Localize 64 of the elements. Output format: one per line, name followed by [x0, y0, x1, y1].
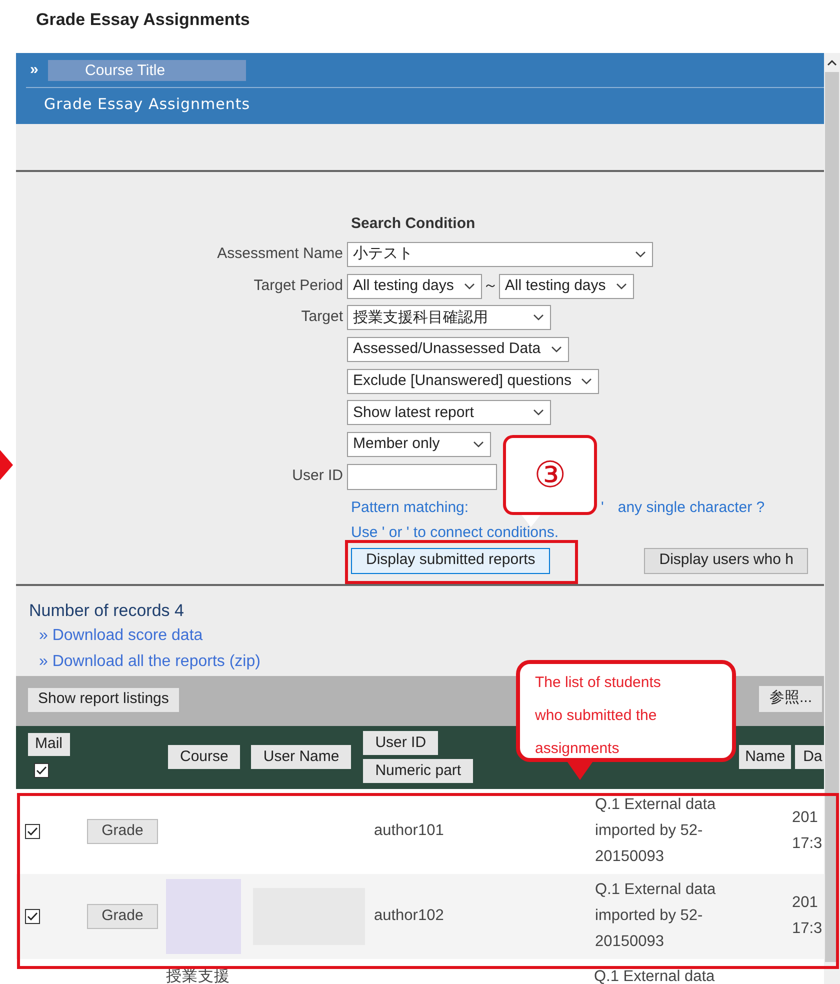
select-field[interactable]: All testing days — [498, 274, 634, 299]
page-title: Grade Essay Assignments — [35, 9, 251, 31]
chevron-down-icon — [635, 251, 646, 258]
record-count: Number of records 4 — [29, 600, 184, 622]
time-cell-text: 17:3 — [792, 919, 822, 939]
download-link[interactable]: » Download all the reports (zip) — [39, 652, 260, 670]
select-field[interactable]: Member only — [347, 432, 491, 458]
checkbox[interactable] — [25, 824, 40, 838]
toolbar-button[interactable]: 参照... — [759, 686, 822, 712]
scroll-up-icon[interactable] — [827, 59, 837, 66]
chevron-down-icon — [533, 409, 544, 416]
user-id-cell: author102 — [374, 907, 444, 924]
title-cell: Q.1 External data — [594, 968, 715, 984]
range-separator: ～ — [482, 276, 499, 296]
select-field[interactable]: 授業支援科目確認用 — [347, 305, 551, 330]
title-cell-text: Q.1 External data imported by 52-20150093 — [595, 795, 717, 867]
column-header-button[interactable]: Course — [168, 745, 240, 769]
checkbox[interactable] — [25, 908, 40, 924]
column-header-button[interactable]: Numeric part — [363, 759, 474, 783]
hint-text: ' — [601, 498, 604, 518]
chevron-down-icon — [473, 441, 484, 448]
table-row[interactable]: Grade author101 Q.1 External data imported by 52-20150093 201 17:3 — [16, 788, 824, 874]
time-cell-text: 17:3 — [792, 834, 822, 854]
column-header-button[interactable]: Mail — [28, 732, 70, 756]
callout: ③ — [503, 435, 597, 515]
chevron-down-icon — [550, 346, 562, 354]
date-cell-text: 201 — [792, 808, 818, 828]
column-header-button[interactable]: User Name — [251, 745, 352, 769]
select-field[interactable]: 小テスト — [347, 242, 653, 267]
table-row[interactable]: Grade author102 Q.1 External data imported by 52-20150093 201 17:3 — [16, 874, 824, 958]
chevron-down-icon — [616, 282, 627, 290]
column-header-button[interactable]: User ID — [363, 731, 438, 755]
section-heading: Search Condition — [351, 215, 476, 232]
page-subtitle: Grade Essay Assignments — [43, 94, 250, 115]
submit-button[interactable]: Display submitted reports — [351, 548, 550, 574]
column-header-button[interactable]: Da — [795, 745, 824, 769]
user-id-cell: author101 — [374, 822, 444, 840]
date-cell-text: 201 — [792, 893, 818, 913]
field-label: Target — [301, 307, 343, 328]
hint-text: Use ' or ' to connect conditions. — [351, 524, 559, 540]
submit-button[interactable]: Display users who h — [644, 548, 808, 574]
chevron-down-icon — [581, 378, 592, 385]
course-cell: 授業支援 — [166, 968, 230, 984]
hint-text: any single character ? — [618, 498, 765, 518]
select-field[interactable]: Show latest report — [347, 400, 551, 426]
chevron-down-icon — [533, 314, 544, 322]
select-field[interactable]: All testing days — [347, 274, 482, 299]
select-field[interactable]: Exclude [Unanswered] questions — [347, 368, 600, 394]
breadcrumb-icon: » — [26, 58, 48, 82]
grade-button[interactable]: Grade — [87, 818, 158, 844]
download-link[interactable]: » Download score data — [39, 626, 203, 644]
hint-text: Pattern matching: — [351, 499, 469, 516]
select-field[interactable]: Assessed/Unassessed Data — [347, 337, 569, 362]
column-header-button[interactable]: Name — [739, 745, 792, 769]
title-cell-text: Q.1 External data imported by 52-20150093 — [595, 880, 717, 952]
callout: The list of students who submitted the assignments — [516, 660, 736, 762]
field-label: Target Period — [254, 276, 343, 296]
input-field[interactable] — [347, 464, 497, 490]
field-label: Assessment Name — [217, 244, 343, 264]
field-label: User ID — [292, 466, 343, 486]
toolbar-button[interactable]: Show report listings — [28, 688, 179, 712]
grade-button[interactable]: Grade — [87, 904, 158, 928]
checkbox[interactable] — [34, 762, 49, 778]
chevron-down-icon — [464, 282, 475, 290]
